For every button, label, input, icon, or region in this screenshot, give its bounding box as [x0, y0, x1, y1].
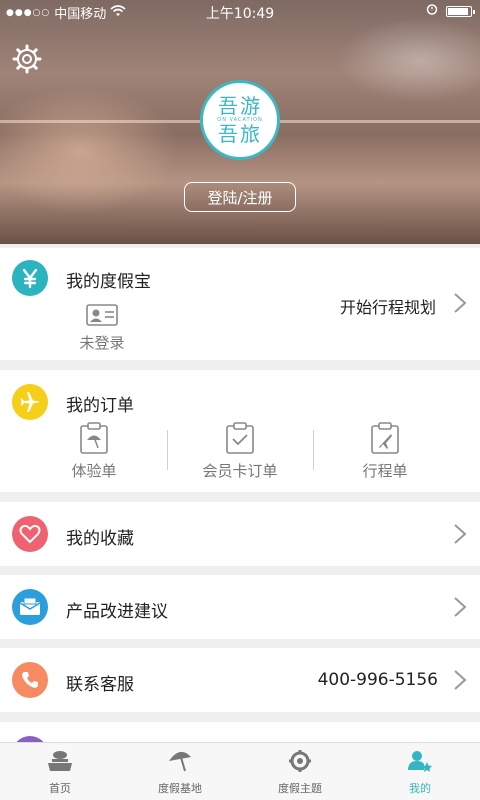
- logo-text-line2: 吾旅: [218, 122, 262, 146]
- profile-icon: [407, 749, 433, 780]
- settings-gear-icon[interactable]: [12, 44, 42, 74]
- tab-vacation-theme[interactable]: 度假主题: [240, 743, 360, 800]
- feedback-row[interactable]: 产品改进建议: [0, 575, 480, 639]
- experience-order-label: 体验单: [71, 462, 117, 480]
- vacation-treasure-card[interactable]: 我的度假宝 未登录 开始行程规划: [0, 248, 480, 360]
- bottom-tab-bar: 首页 度假基地 度假主题 我的: [0, 742, 480, 800]
- orders-card: 我的订单 体验单 会员卡订单 行程单: [0, 370, 480, 492]
- plane-clipboard-icon: [370, 422, 400, 458]
- membership-order-item[interactable]: 会员卡订单: [190, 422, 290, 484]
- home-icon: [47, 749, 73, 780]
- alarm-icon: [426, 3, 438, 19]
- umbrella-icon: [167, 749, 193, 780]
- tab-vacation-theme-label: 度假主题: [278, 782, 322, 795]
- checkmark-clipboard-icon: [225, 422, 255, 458]
- yen-icon: [12, 260, 48, 296]
- tab-home-label: 首页: [49, 782, 71, 795]
- status-bar: ●●●○○ 中国移动 上午10:49: [0, 0, 480, 22]
- tab-vacation-base-label: 度假基地: [158, 782, 202, 795]
- order-divider: [167, 430, 168, 470]
- profile-header-banner: 吾游 ON VACATION 吾旅 登陆/注册: [0, 0, 480, 244]
- orders-title: 我的订单: [66, 396, 134, 416]
- heart-icon: [12, 516, 48, 552]
- membership-order-label: 会员卡订单: [202, 462, 278, 480]
- itinerary-order-label: 行程单: [362, 462, 408, 480]
- mail-icon: [12, 589, 48, 625]
- itinerary-order-item[interactable]: 行程单: [345, 422, 425, 484]
- chevron-right-icon: [452, 522, 468, 546]
- tab-mine-label: 我的: [409, 782, 431, 795]
- gear-icon: [287, 749, 313, 780]
- tab-home[interactable]: 首页: [0, 743, 120, 800]
- phone-icon: [12, 662, 48, 698]
- favorites-title: 我的收藏: [66, 529, 134, 549]
- customer-service-title: 联系客服: [66, 675, 134, 695]
- chevron-right-icon: [452, 291, 468, 315]
- next-row-partial: [0, 722, 480, 772]
- status-time: 上午10:49: [205, 6, 275, 22]
- login-status-text: 未登录: [79, 334, 125, 352]
- favorites-row[interactable]: 我的收藏: [0, 502, 480, 566]
- id-card-icon: [86, 304, 118, 330]
- order-divider: [313, 430, 314, 470]
- beach-umbrella-clipboard-icon: [79, 422, 109, 458]
- app-logo: 吾游 ON VACATION 吾旅: [200, 80, 280, 160]
- experience-order-item[interactable]: 体验单: [54, 422, 134, 484]
- airplane-icon: [12, 384, 48, 420]
- start-planning-link[interactable]: 开始行程规划: [340, 294, 436, 318]
- vacation-treasure-title: 我的度假宝: [66, 272, 151, 292]
- logo-text-line1: 吾游: [218, 94, 262, 118]
- service-phone-number[interactable]: 400-996-5156: [318, 670, 438, 690]
- chevron-right-icon: [452, 595, 468, 619]
- feedback-title: 产品改进建议: [66, 602, 168, 622]
- battery-icon: [446, 5, 475, 17]
- login-register-button[interactable]: 登陆/注册: [184, 182, 296, 212]
- customer-service-row[interactable]: 联系客服 400-996-5156: [0, 648, 480, 712]
- chevron-right-icon: [452, 668, 468, 692]
- tab-vacation-base[interactable]: 度假基地: [120, 743, 240, 800]
- tab-mine[interactable]: 我的: [360, 743, 480, 800]
